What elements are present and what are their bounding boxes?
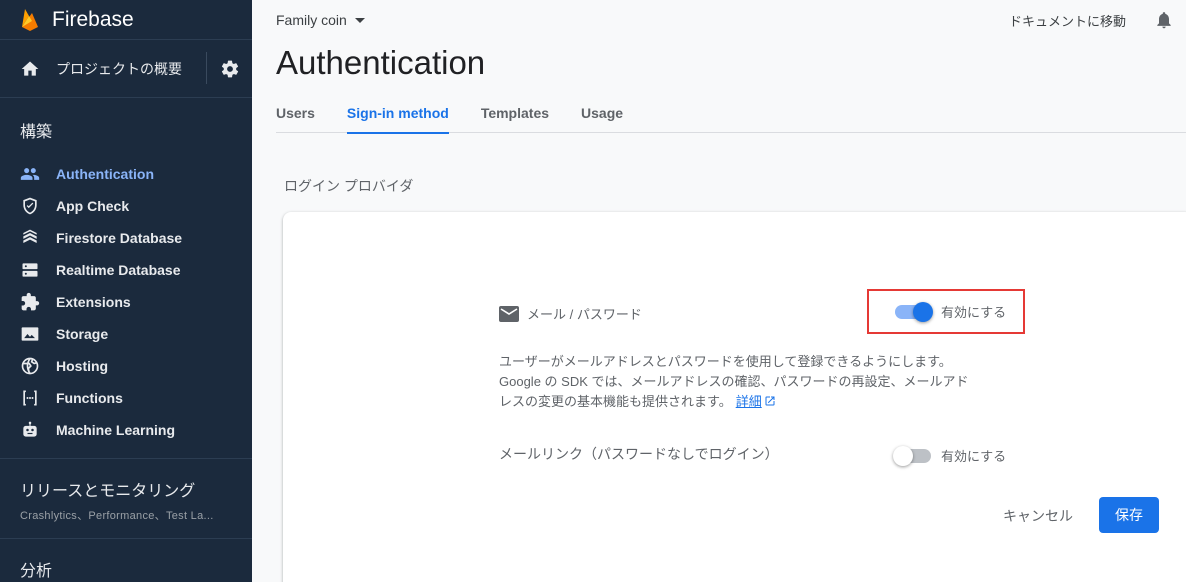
cancel-button[interactable]: キャンセル: [1003, 506, 1073, 526]
tab-sign-in-method[interactable]: Sign-in method: [346, 98, 449, 134]
shield-check-icon: [20, 196, 40, 216]
description-line-1: ユーザーがメールアドレスとパスワードを使用して登録できるようにします。: [499, 354, 952, 369]
description-line-2: Google の SDK では、メールアドレスの確認、パスワードの再設定、メール…: [499, 374, 969, 389]
email-link-enable-label: 有効にする: [941, 449, 1007, 464]
email-password-enable-toggle[interactable]: [895, 301, 933, 322]
sidebar: Firebase プロジェクトの概要 構築 Authentication App…: [0, 0, 252, 582]
tab-usage[interactable]: Usage: [581, 98, 623, 133]
sidebar-item-realtime-database[interactable]: Realtime Database: [0, 254, 252, 286]
bell-icon[interactable]: [1154, 10, 1174, 30]
release-title: リリースとモニタリング: [20, 483, 196, 500]
project-overview[interactable]: プロジェクトの概要: [0, 40, 252, 98]
enable-toggle-highlight: 有効にする: [867, 289, 1025, 334]
tab-templates[interactable]: Templates: [481, 98, 549, 133]
mail-icon: [499, 305, 519, 322]
sidebar-item-hosting[interactable]: Hosting: [0, 350, 252, 382]
sidebar-item-app-check[interactable]: App Check: [0, 190, 252, 222]
people-icon: [20, 164, 40, 184]
main-content: Family coin ドキュメントに移動 Authentication Use…: [252, 0, 1186, 582]
sidebar-item-label: Hosting: [56, 358, 109, 374]
analytics-group[interactable]: 分析: [0, 538, 252, 581]
sidebar-item-label: Realtime Database: [56, 262, 181, 278]
image-icon: [20, 324, 40, 344]
docs-link[interactable]: ドキュメントに移動: [1009, 11, 1126, 30]
sidebar-item-authentication[interactable]: Authentication: [0, 158, 252, 190]
sidebar-item-label: Firestore Database: [56, 230, 183, 246]
email-link-toggle-group: 有効にする: [893, 445, 1007, 466]
sidebar-item-machine-learning[interactable]: Machine Learning: [0, 414, 252, 446]
brand-name: Firebase: [52, 7, 134, 31]
email-link-enable-toggle[interactable]: [893, 445, 931, 466]
brand[interactable]: Firebase: [0, 0, 252, 40]
gear-icon[interactable]: [220, 59, 240, 79]
caret-down-icon: [354, 17, 365, 23]
tab-users[interactable]: Users: [276, 98, 315, 133]
section-build-title: 構築: [20, 124, 53, 141]
description-line-3: レスの変更の基本機能も提供されます。: [499, 394, 732, 409]
sidebar-item-label: Machine Learning: [56, 422, 176, 438]
functions-icon: [20, 388, 40, 408]
save-button[interactable]: 保存: [1099, 497, 1159, 533]
firebase-logo-icon: [22, 8, 38, 31]
build-nav: Authentication App Check Firestore Datab…: [0, 158, 252, 446]
provider-card: メール / パスワード 有効にする ユーザーがメールアドレスとパスワードを使用し…: [283, 212, 1186, 582]
robot-icon: [20, 420, 40, 440]
database-icon: [20, 260, 40, 280]
sidebar-item-firestore[interactable]: Firestore Database: [0, 222, 252, 254]
home-icon: [21, 61, 39, 76]
provider-name: メール / パスワード: [527, 307, 642, 322]
sidebar-item-label: Extensions: [56, 294, 131, 310]
project-name: Family coin: [276, 12, 347, 28]
tab-bar: Users Sign-in method Templates Usage: [276, 98, 1186, 134]
details-link[interactable]: 詳細: [736, 394, 762, 409]
release-monitoring-group[interactable]: リリースとモニタリング Crashlytics、Performance、Test…: [0, 458, 252, 538]
description-line-3-container: レスの変更の基本機能も提供されます。 詳細: [499, 392, 999, 412]
provider-description: ユーザーがメールアドレスとパスワードを使用して登録できるようにします。 Goog…: [499, 352, 999, 412]
provider-header: メール / パスワード: [499, 304, 642, 323]
enable-label: 有効にする: [941, 305, 1007, 320]
sidebar-item-label: Storage: [56, 326, 109, 342]
globe-icon: [20, 356, 40, 376]
project-overview-label: プロジェクトの概要: [56, 60, 182, 77]
toggle-knob: [893, 445, 913, 466]
sidebar-item-label: Functions: [56, 390, 123, 406]
open-in-new-icon: [765, 396, 775, 406]
sidebar-item-label: App Check: [56, 198, 130, 214]
project-selector[interactable]: Family coin: [276, 12, 365, 28]
sidebar-item-extensions[interactable]: Extensions: [0, 286, 252, 318]
sidebar-item-functions[interactable]: Functions: [0, 382, 252, 414]
release-subtitle: Crashlytics、Performance、Test La...: [20, 510, 214, 522]
firestore-icon: [20, 228, 40, 248]
divider: [206, 52, 207, 84]
sidebar-item-label: Authentication: [56, 166, 154, 182]
page-title: Authentication: [276, 44, 486, 81]
top-bar: Family coin ドキュメントに移動: [252, 0, 1186, 40]
toggle-knob: [913, 301, 933, 322]
puzzle-icon: [20, 292, 40, 312]
sidebar-item-storage[interactable]: Storage: [0, 318, 252, 350]
providers-heading: ログイン プロバイダ: [284, 178, 414, 194]
email-link-label: メールリンク（パスワードなしでログイン）: [499, 446, 779, 462]
